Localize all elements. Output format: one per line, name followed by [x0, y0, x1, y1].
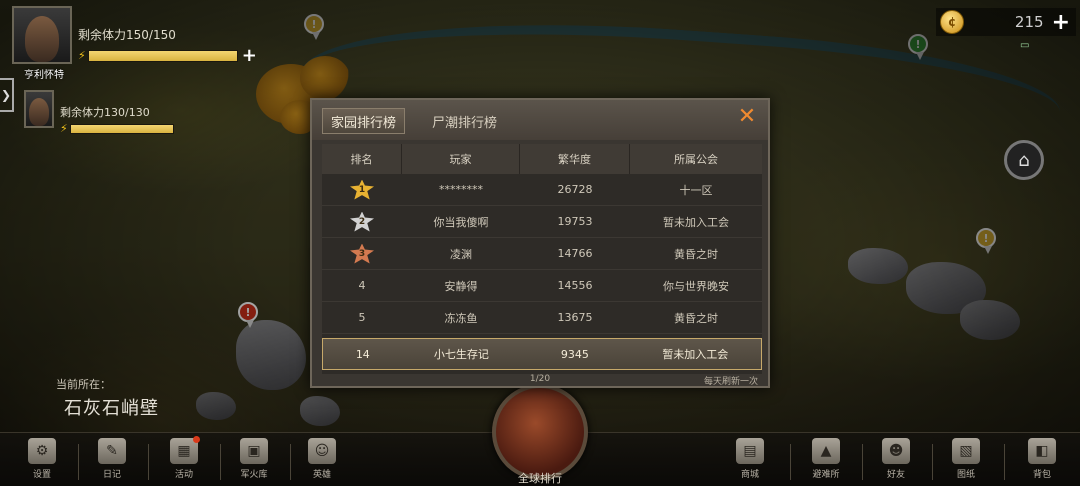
prosperity-cell: 9345	[560, 347, 589, 361]
nav-label: 军火库	[240, 470, 268, 480]
stamina-bar	[87, 49, 238, 62]
stamina-bar	[69, 123, 174, 134]
character-avatar[interactable]	[24, 90, 54, 128]
prosperity-cell: 19753	[557, 215, 593, 228]
nav-events[interactable]: ▦ 活动	[154, 436, 214, 486]
nav-label: 英雄	[312, 470, 331, 480]
leaderboard-table: 排名 玩家 繁华度 所属公会 1 ******** 26728 十一区 2 你当…	[322, 144, 762, 374]
stamina-text: 剩余体力130/130	[60, 106, 150, 119]
gold-medal-icon: 1	[350, 179, 374, 200]
character-card[interactable]: 剩余体力130/130 ⚡	[24, 90, 174, 135]
diary-icon: ✎	[98, 438, 126, 464]
close-icon[interactable]: ✕	[736, 106, 758, 128]
crate-icon: ▣	[240, 438, 268, 464]
location-name: 石灰石峭壁	[64, 398, 159, 419]
prosperity-cell: 14556	[557, 279, 593, 292]
nav-backpack[interactable]: ◧ 背包	[1012, 438, 1072, 486]
coin-icon: ¢	[940, 10, 964, 34]
shelter-icon: ▲	[812, 438, 840, 464]
leaderboard-panel: 家园排行榜 尸潮排行榜 ✕ 排名 玩家 繁华度 所属公会 1 ******** …	[310, 98, 770, 388]
prosperity-cell: 26728	[557, 183, 593, 196]
global-ranking-label[interactable]: 全球排行	[492, 470, 588, 486]
rank-cell: 5	[358, 311, 366, 324]
energy-bolt-icon: ⚡	[60, 122, 68, 135]
player-cell: ********	[439, 183, 483, 196]
nav-label: 背包	[1032, 470, 1051, 480]
expand-characters-button[interactable]: ❯	[0, 78, 14, 112]
character-card[interactable]: 剩余体力150/150 ⚡ + 亨利怀特	[12, 6, 257, 81]
nav-label: 商城	[740, 470, 759, 480]
player-cell: 凌渊	[450, 247, 472, 261]
column-header-player: 玩家	[402, 144, 520, 174]
nav-label: 好友	[886, 470, 905, 480]
nav-label: 活动	[174, 470, 193, 480]
character-avatar[interactable]	[12, 6, 72, 64]
column-header-prosperity: 繁华度	[520, 144, 630, 174]
stamina-text: 剩余体力150/150	[78, 28, 176, 42]
guild-cell: 暂未加入工会	[662, 348, 729, 361]
heroes-icon: ☺	[308, 438, 336, 464]
table-row[interactable]: 4 安静得 14556 你与世界晚安	[322, 270, 762, 302]
rank-cell: 1	[322, 174, 402, 205]
friends-icon: ☻	[882, 438, 910, 464]
rank-cell: 2	[322, 206, 402, 237]
silver-medal-icon: 2	[350, 211, 374, 232]
backpack-icon: ◧	[1028, 438, 1056, 464]
rank-cell: 14	[355, 347, 370, 361]
rank-cell: 4	[358, 279, 366, 292]
guild-cell: 黄昏之时	[674, 247, 718, 261]
globe-icon[interactable]	[492, 384, 588, 480]
nav-shop[interactable]: ▤ 商城	[720, 438, 780, 486]
prosperity-cell: 14766	[557, 247, 593, 260]
guild-cell: 黄昏之时	[674, 311, 718, 325]
nav-label: 避难所	[812, 470, 840, 480]
energy-bolt-icon: ⚡	[78, 49, 86, 62]
table-header: 排名 玩家 繁华度 所属公会	[322, 144, 762, 174]
tab-home-ranking[interactable]: 家园排行榜	[322, 108, 406, 134]
player-cell: 冻冻鱼	[444, 311, 478, 325]
nav-settings[interactable]: ⚙ 设置	[12, 438, 72, 486]
nav-armory[interactable]: ▣ 军火库	[224, 438, 284, 486]
add-stamina-button[interactable]: +	[242, 45, 257, 66]
guild-cell: 暂未加入工会	[663, 215, 729, 229]
battery-icon: ▭	[1020, 40, 1030, 51]
nav-label: 设置	[32, 470, 51, 480]
rank-cell: 3	[322, 238, 402, 269]
shop-icon: ▤	[736, 438, 764, 464]
table-row[interactable]: 1 ******** 26728 十一区	[322, 174, 762, 206]
add-currency-button[interactable]: +	[1052, 10, 1070, 35]
nav-label: 日记	[102, 470, 121, 480]
nav-shelter[interactable]: ▲ 避难所	[796, 438, 856, 486]
refresh-note: 每天刷新一次	[703, 377, 758, 387]
leaderboard-tabs: 家园排行榜 尸潮排行榜 ✕	[312, 100, 768, 140]
column-header-rank: 排名	[322, 144, 402, 174]
player-cell: 安静得	[444, 279, 478, 293]
bronze-medal-icon: 3	[350, 243, 374, 264]
table-row[interactable]: 2 你当我傻啊 19753 暂未加入工会	[322, 206, 762, 238]
character-name: 亨利怀特	[24, 70, 64, 81]
nav-friends[interactable]: ☻ 好友	[866, 438, 926, 486]
nav-label: 图纸	[956, 470, 975, 480]
player-cell: 小七生存记	[433, 348, 489, 361]
home-button[interactable]: ⌂	[1004, 140, 1044, 180]
prosperity-cell: 13675	[557, 311, 593, 324]
page-indicator: 1/20	[529, 374, 551, 384]
nav-blueprints[interactable]: ▧ 图纸	[936, 438, 996, 486]
gear-icon: ⚙	[28, 438, 56, 464]
player-cell: 你当我傻啊	[433, 215, 489, 229]
table-row[interactable]: 3 凌渊 14766 黄昏之时	[322, 238, 762, 270]
column-header-guild: 所属公会	[674, 153, 718, 166]
my-rank-row[interactable]: 14 小七生存记 9345 暂未加入工会	[322, 338, 762, 370]
guild-cell: 十一区	[679, 183, 713, 197]
tab-zombie-wave-ranking[interactable]: 尸潮排行榜	[424, 108, 505, 134]
location-caption: 当前所在：	[56, 378, 111, 391]
currency-display: ¢ 215 +	[936, 8, 1076, 36]
nav-diary[interactable]: ✎ 日记	[82, 438, 142, 486]
guild-cell: 你与世界晚安	[663, 279, 729, 293]
table-row[interactable]: 5 冻冻鱼 13675 黄昏之时	[322, 302, 762, 334]
blueprint-icon: ▧	[952, 438, 980, 464]
currency-amount: 215	[1014, 13, 1044, 31]
nav-heroes[interactable]: ☺ 英雄	[292, 438, 352, 486]
notification-badge	[193, 436, 200, 443]
